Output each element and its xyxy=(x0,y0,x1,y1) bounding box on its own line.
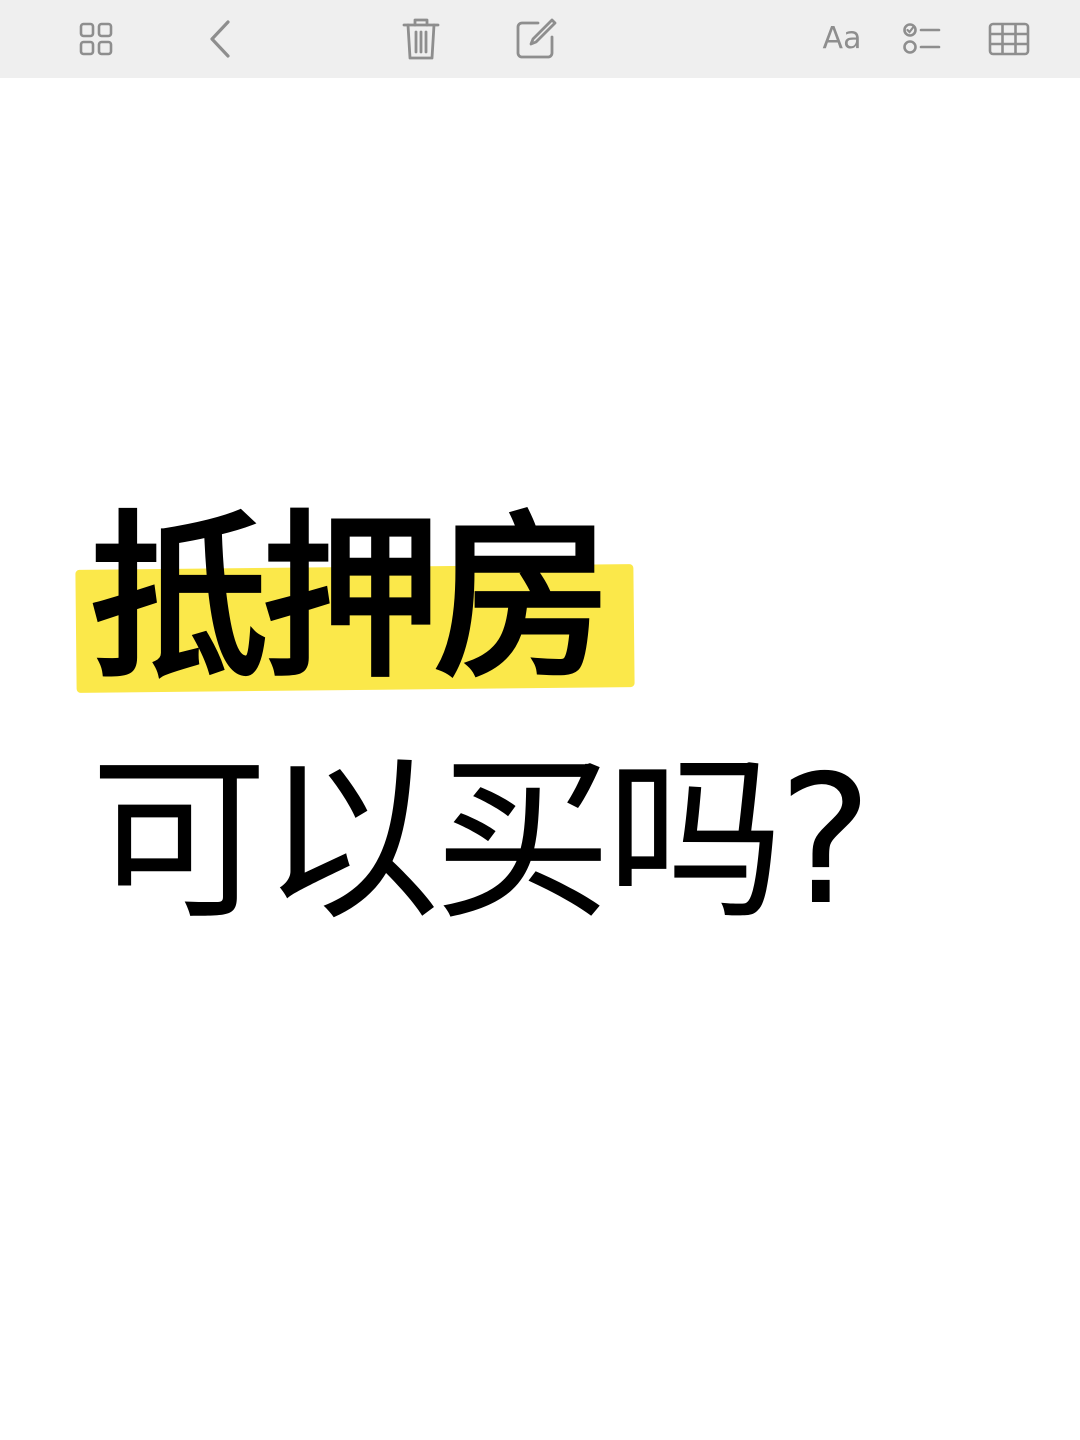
grid-icon xyxy=(79,22,113,56)
trash-icon xyxy=(402,18,440,60)
text-format-icon: Aa xyxy=(822,21,862,56)
compose-button[interactable] xyxy=(508,11,564,67)
table-icon xyxy=(988,22,1030,56)
grid-view-button[interactable] xyxy=(68,11,124,67)
note-title-question: 可以买吗? xyxy=(90,737,872,944)
checklist-button[interactable] xyxy=(894,11,950,67)
back-button[interactable] xyxy=(192,11,248,67)
compose-icon xyxy=(516,18,557,59)
chevron-left-icon xyxy=(210,20,230,58)
top-toolbar: Aa xyxy=(0,0,1080,78)
format-button[interactable]: Aa xyxy=(814,11,870,67)
delete-button[interactable] xyxy=(393,11,449,67)
table-button[interactable] xyxy=(981,11,1037,67)
note-title-highlighted: 抵押房 xyxy=(90,495,612,702)
checklist-icon xyxy=(903,23,941,54)
